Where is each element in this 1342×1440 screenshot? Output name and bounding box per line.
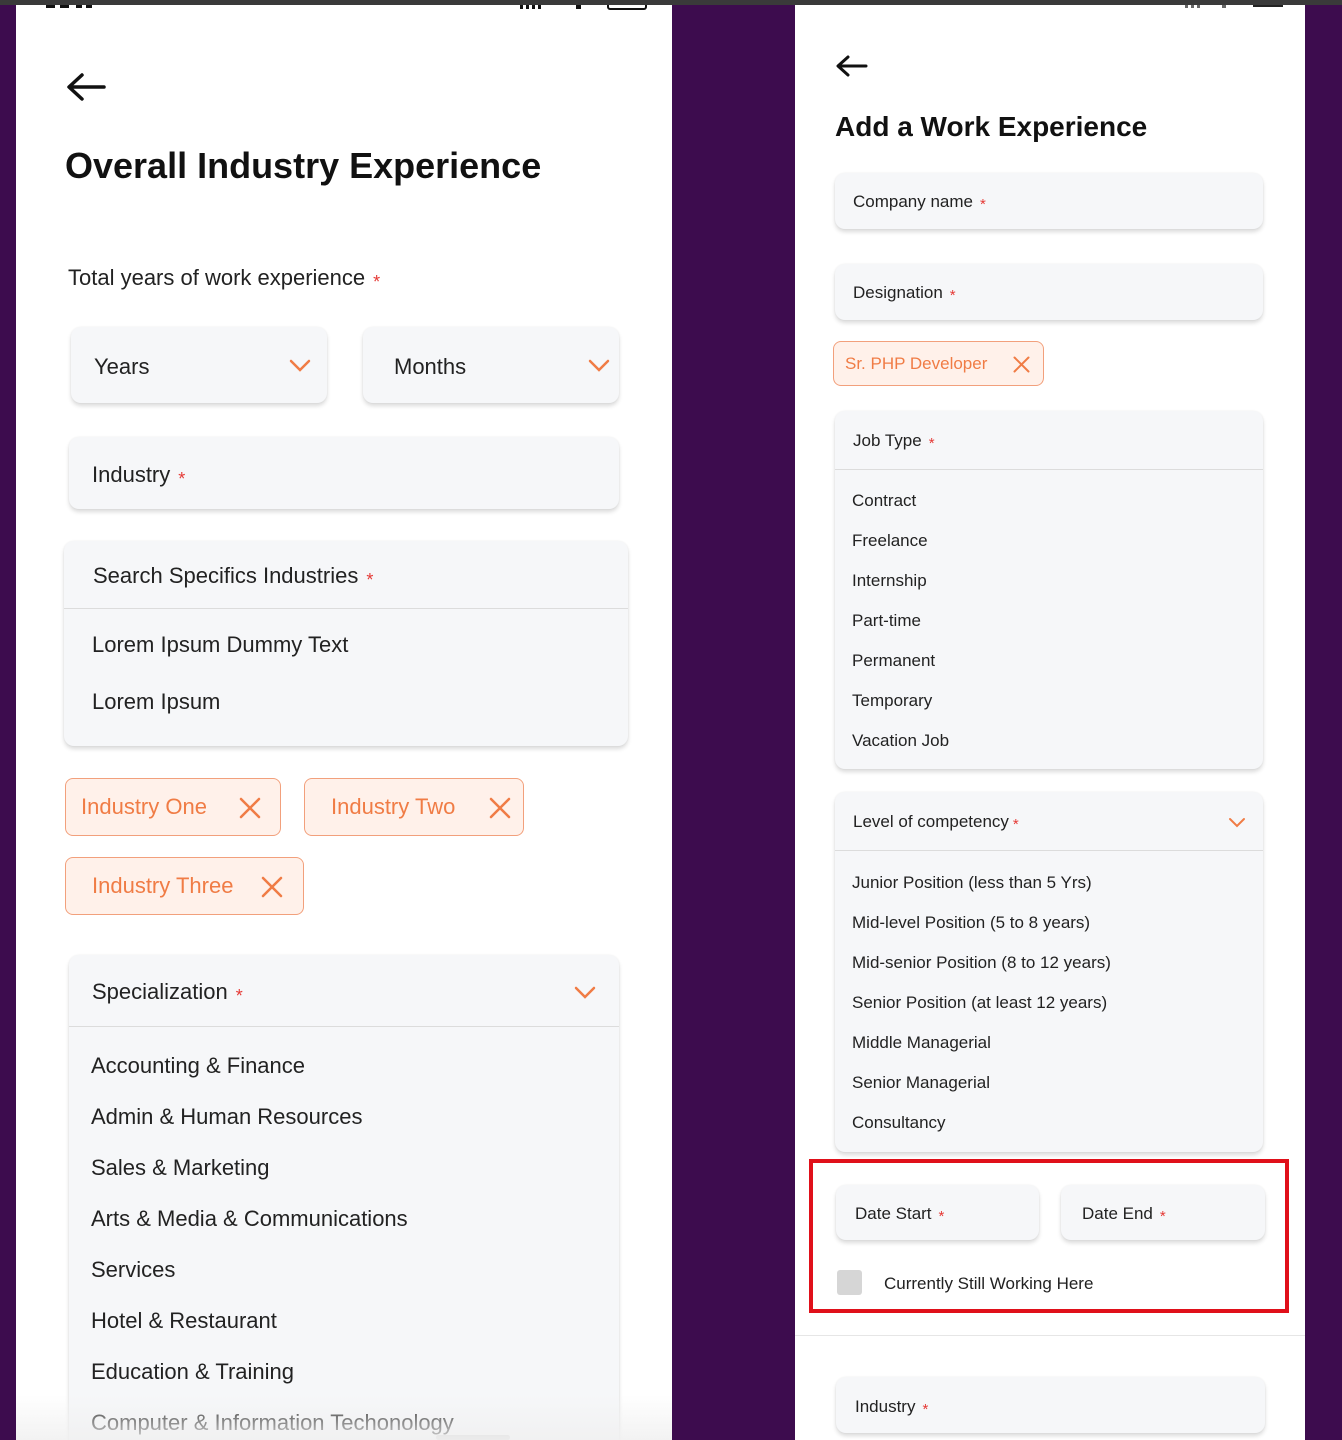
competency-option[interactable]: Mid-senior Position (8 to 12 years) bbox=[852, 953, 1111, 973]
industry-field[interactable]: Industry * bbox=[69, 437, 619, 509]
competency-option[interactable]: Consultancy bbox=[852, 1113, 946, 1133]
competency-option[interactable]: Senior Managerial bbox=[852, 1073, 990, 1093]
chip-label: Sr. PHP Developer bbox=[845, 353, 988, 373]
back-arrow-icon[interactable] bbox=[835, 52, 869, 80]
job-type-label[interactable]: Job Type * bbox=[853, 431, 935, 452]
divider bbox=[69, 1026, 619, 1027]
specialization-label[interactable]: Specialization * bbox=[92, 979, 243, 1006]
designation-field[interactable]: Designation * bbox=[835, 264, 1263, 320]
competency-option[interactable]: Mid-level Position (5 to 8 years) bbox=[852, 913, 1090, 933]
competency-label[interactable]: Level of competency * bbox=[853, 812, 1019, 833]
specialization-dropdown: Specialization * Accounting & Finance Adm… bbox=[69, 955, 619, 1440]
list-item[interactable]: Lorem Ipsum bbox=[92, 689, 220, 715]
search-industries-dropdown: Search Specifics Industries * Lorem Ipsum… bbox=[64, 541, 628, 746]
job-type-option[interactable]: Temporary bbox=[852, 691, 932, 711]
job-type-option[interactable]: Internship bbox=[852, 571, 927, 591]
divider bbox=[64, 608, 628, 609]
close-icon[interactable] bbox=[1013, 356, 1030, 373]
job-type-option[interactable]: Freelance bbox=[852, 531, 928, 551]
status-icons bbox=[1180, 5, 1290, 11]
divider bbox=[835, 469, 1263, 470]
job-type-option[interactable]: Permanent bbox=[852, 651, 935, 671]
months-select[interactable]: Months bbox=[363, 327, 619, 403]
highlight-box bbox=[809, 1159, 1289, 1313]
designation-label: Designation * bbox=[853, 283, 956, 304]
competency-dropdown: Level of competency * Junior Position (le… bbox=[835, 792, 1263, 1152]
years-select[interactable]: Years bbox=[71, 327, 327, 403]
company-name-field[interactable]: Company name * bbox=[835, 173, 1263, 229]
specialization-option[interactable]: Hotel & Restaurant bbox=[91, 1308, 277, 1334]
months-select-value: Months bbox=[394, 354, 467, 379]
page-title: Add a Work Experience bbox=[835, 111, 1148, 142]
specialization-option[interactable]: Sales & Marketing bbox=[91, 1155, 270, 1181]
specialization-option[interactable]: Admin & Human Resources bbox=[91, 1104, 362, 1130]
chip-label: Industry One bbox=[81, 794, 207, 819]
chip-label: Industry Three bbox=[92, 873, 234, 898]
chevron-down-icon bbox=[588, 359, 610, 372]
competency-option[interactable]: Junior Position (less than 5 Yrs) bbox=[852, 873, 1092, 893]
specialization-option[interactable]: Arts & Media & Communications bbox=[91, 1206, 408, 1232]
job-type-dropdown: Job Type * Contract Freelance Internship … bbox=[835, 411, 1263, 769]
chevron-down-icon[interactable] bbox=[574, 986, 596, 1000]
specialization-option[interactable]: Education & Training bbox=[91, 1359, 294, 1385]
job-type-option[interactable]: Contract bbox=[852, 491, 916, 511]
list-item[interactable]: Lorem Ipsum Dummy Text bbox=[92, 632, 348, 658]
required-asterisk: * bbox=[373, 272, 381, 292]
industry-field-label: Industry * bbox=[855, 1397, 929, 1418]
industry-chip: Industry One bbox=[65, 778, 281, 836]
divider bbox=[795, 1335, 1305, 1336]
page-title: Overall Industry Experience bbox=[65, 145, 542, 186]
job-type-option[interactable]: Vacation Job bbox=[852, 731, 949, 751]
specialization-option[interactable]: Computer & Information Techonology bbox=[91, 1410, 454, 1436]
close-icon[interactable] bbox=[239, 797, 261, 819]
status-time bbox=[46, 5, 126, 11]
competency-option[interactable]: Middle Managerial bbox=[852, 1033, 991, 1053]
divider bbox=[835, 850, 1263, 851]
specialization-option[interactable]: Accounting & Finance bbox=[91, 1053, 305, 1079]
back-arrow-icon[interactable] bbox=[64, 69, 108, 105]
designation-chip: Sr. PHP Developer bbox=[833, 341, 1044, 386]
status-icons bbox=[516, 5, 656, 11]
chip-label: Industry Two bbox=[331, 794, 456, 819]
company-name-label: Company name * bbox=[853, 192, 986, 213]
close-icon[interactable] bbox=[489, 797, 511, 819]
home-indicator bbox=[436, 1435, 510, 1440]
search-industries-input[interactable]: Search Specifics Industries * bbox=[93, 563, 373, 590]
competency-option[interactable]: Senior Position (at least 12 years) bbox=[852, 993, 1107, 1013]
job-type-option[interactable]: Part-time bbox=[852, 611, 921, 631]
total-years-label: Total years of work experience * bbox=[68, 265, 381, 292]
industry-field[interactable]: Industry * bbox=[836, 1377, 1265, 1433]
industry-field-label: Industry * bbox=[92, 462, 186, 489]
chevron-down-icon[interactable] bbox=[1228, 817, 1246, 829]
specialization-option[interactable]: Services bbox=[91, 1257, 175, 1283]
industry-chip: Industry Three bbox=[65, 857, 304, 915]
years-select-value: Years bbox=[94, 354, 150, 379]
chevron-down-icon bbox=[289, 359, 311, 372]
industry-experience-screen: Overall Industry Experience Total years … bbox=[16, 5, 672, 1440]
close-icon[interactable] bbox=[261, 876, 283, 898]
industry-chip: Industry Two bbox=[304, 778, 524, 836]
